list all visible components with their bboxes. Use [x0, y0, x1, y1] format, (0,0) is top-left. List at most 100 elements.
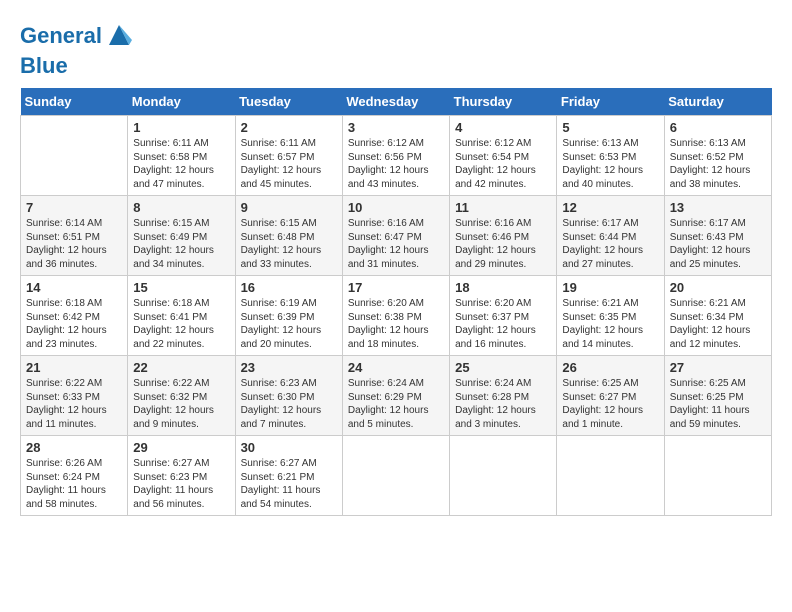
- day-number: 28: [26, 440, 122, 455]
- week-row-5: 28 Sunrise: 6:26 AM Sunset: 6:24 PM Dayli…: [21, 436, 772, 516]
- calendar-cell: 27 Sunrise: 6:25 AM Sunset: 6:25 PM Dayli…: [664, 356, 771, 436]
- day-info: Sunrise: 6:21 AM Sunset: 6:35 PM Dayligh…: [562, 297, 658, 351]
- calendar-cell: 12 Sunrise: 6:17 AM Sunset: 6:44 PM Dayli…: [557, 196, 664, 276]
- calendar-cell: 15 Sunrise: 6:18 AM Sunset: 6:41 PM Dayli…: [128, 276, 235, 356]
- calendar-cell: [342, 436, 449, 516]
- day-info: Sunrise: 6:23 AM Sunset: 6:30 PM Dayligh…: [241, 377, 337, 431]
- day-info: Sunrise: 6:15 AM Sunset: 6:49 PM Dayligh…: [133, 217, 229, 271]
- day-number: 16: [241, 280, 337, 295]
- day-info: Sunrise: 6:22 AM Sunset: 6:32 PM Dayligh…: [133, 377, 229, 431]
- day-info: Sunrise: 6:21 AM Sunset: 6:34 PM Dayligh…: [670, 297, 766, 351]
- calendar-cell: 5 Sunrise: 6:13 AM Sunset: 6:53 PM Daylig…: [557, 116, 664, 196]
- day-info: Sunrise: 6:13 AM Sunset: 6:53 PM Dayligh…: [562, 137, 658, 191]
- day-number: 22: [133, 360, 229, 375]
- day-number: 14: [26, 280, 122, 295]
- calendar-cell: 13Sunrise: 6:17 AM Sunset: 6:43 PM Dayli…: [664, 196, 771, 276]
- day-number: 12: [562, 200, 658, 215]
- calendar-cell: 4 Sunrise: 6:12 AM Sunset: 6:54 PM Daylig…: [450, 116, 557, 196]
- calendar-cell: 1 Sunrise: 6:11 AM Sunset: 6:58 PM Daylig…: [128, 116, 235, 196]
- calendar-cell: 9 Sunrise: 6:15 AM Sunset: 6:48 PM Daylig…: [235, 196, 342, 276]
- day-number: 10: [348, 200, 444, 215]
- day-number: 9: [241, 200, 337, 215]
- calendar-cell: [664, 436, 771, 516]
- calendar-cell: 22 Sunrise: 6:22 AM Sunset: 6:32 PM Dayli…: [128, 356, 235, 436]
- calendar-cell: 29 Sunrise: 6:27 AM Sunset: 6:23 PM Dayli…: [128, 436, 235, 516]
- day-number: 20: [670, 280, 766, 295]
- calendar-cell: 23 Sunrise: 6:23 AM Sunset: 6:30 PM Dayli…: [235, 356, 342, 436]
- day-number: 5: [562, 120, 658, 135]
- calendar-cell: 25Sunrise: 6:24 AM Sunset: 6:28 PM Dayli…: [450, 356, 557, 436]
- calendar-cell: [450, 436, 557, 516]
- day-info: Sunrise: 6:11 AM Sunset: 6:58 PM Dayligh…: [133, 137, 229, 191]
- calendar-cell: 28 Sunrise: 6:26 AM Sunset: 6:24 PM Dayli…: [21, 436, 128, 516]
- day-number: 26: [562, 360, 658, 375]
- day-number: 8: [133, 200, 229, 215]
- day-info: Sunrise: 6:27 AM Sunset: 6:21 PM Dayligh…: [241, 457, 337, 511]
- day-number: 11: [455, 200, 551, 215]
- calendar-cell: 30 Sunrise: 6:27 AM Sunset: 6:21 PM Dayli…: [235, 436, 342, 516]
- calendar-cell: 7 Sunrise: 6:14 AM Sunset: 6:51 PM Daylig…: [21, 196, 128, 276]
- week-row-4: 21 Sunrise: 6:22 AM Sunset: 6:33 PM Dayli…: [21, 356, 772, 436]
- day-number: 3: [348, 120, 444, 135]
- day-info: Sunrise: 6:26 AM Sunset: 6:24 PM Dayligh…: [26, 457, 122, 511]
- day-info: Sunrise: 6:25 AM Sunset: 6:27 PM Dayligh…: [562, 377, 658, 431]
- day-info: Sunrise: 6:22 AM Sunset: 6:33 PM Dayligh…: [26, 377, 122, 431]
- day-number: 17: [348, 280, 444, 295]
- day-info: Sunrise: 6:12 AM Sunset: 6:56 PM Dayligh…: [348, 137, 444, 191]
- day-number: 2: [241, 120, 337, 135]
- day-header-sunday: Sunday: [21, 88, 128, 116]
- day-info: Sunrise: 6:11 AM Sunset: 6:57 PM Dayligh…: [241, 137, 337, 191]
- day-number: 25: [455, 360, 551, 375]
- day-header-thursday: Thursday: [450, 88, 557, 116]
- day-number: 15: [133, 280, 229, 295]
- calendar-table: SundayMondayTuesdayWednesdayThursdayFrid…: [20, 88, 772, 516]
- calendar-cell: [557, 436, 664, 516]
- calendar-cell: 16Sunrise: 6:19 AM Sunset: 6:39 PM Dayli…: [235, 276, 342, 356]
- week-row-2: 7 Sunrise: 6:14 AM Sunset: 6:51 PM Daylig…: [21, 196, 772, 276]
- day-header-saturday: Saturday: [664, 88, 771, 116]
- calendar-cell: 17Sunrise: 6:20 AM Sunset: 6:38 PM Dayli…: [342, 276, 449, 356]
- calendar-cell: 8 Sunrise: 6:15 AM Sunset: 6:49 PM Daylig…: [128, 196, 235, 276]
- day-header-wednesday: Wednesday: [342, 88, 449, 116]
- page-header: General Blue: [20, 20, 772, 78]
- calendar-cell: 3 Sunrise: 6:12 AM Sunset: 6:56 PM Daylig…: [342, 116, 449, 196]
- header-row: SundayMondayTuesdayWednesdayThursdayFrid…: [21, 88, 772, 116]
- day-header-monday: Monday: [128, 88, 235, 116]
- calendar-cell: 11Sunrise: 6:16 AM Sunset: 6:46 PM Dayli…: [450, 196, 557, 276]
- day-number: 7: [26, 200, 122, 215]
- day-header-tuesday: Tuesday: [235, 88, 342, 116]
- day-info: Sunrise: 6:18 AM Sunset: 6:41 PM Dayligh…: [133, 297, 229, 351]
- day-info: Sunrise: 6:25 AM Sunset: 6:25 PM Dayligh…: [670, 377, 766, 431]
- day-number: 19: [562, 280, 658, 295]
- day-info: Sunrise: 6:18 AM Sunset: 6:42 PM Dayligh…: [26, 297, 122, 351]
- day-number: 29: [133, 440, 229, 455]
- logo: General Blue: [20, 20, 134, 78]
- calendar-cell: 18 Sunrise: 6:20 AM Sunset: 6:37 PM Dayli…: [450, 276, 557, 356]
- day-info: Sunrise: 6:17 AM Sunset: 6:44 PM Dayligh…: [562, 217, 658, 271]
- day-number: 4: [455, 120, 551, 135]
- logo-text: General Blue: [20, 20, 134, 78]
- day-number: 1: [133, 120, 229, 135]
- day-number: 23: [241, 360, 337, 375]
- calendar-cell: 24Sunrise: 6:24 AM Sunset: 6:29 PM Dayli…: [342, 356, 449, 436]
- day-number: 30: [241, 440, 337, 455]
- day-number: 13: [670, 200, 766, 215]
- day-info: Sunrise: 6:20 AM Sunset: 6:37 PM Dayligh…: [455, 297, 551, 351]
- day-info: Sunrise: 6:14 AM Sunset: 6:51 PM Dayligh…: [26, 217, 122, 271]
- day-number: 27: [670, 360, 766, 375]
- week-row-3: 14 Sunrise: 6:18 AM Sunset: 6:42 PM Dayli…: [21, 276, 772, 356]
- day-info: Sunrise: 6:27 AM Sunset: 6:23 PM Dayligh…: [133, 457, 229, 511]
- day-info: Sunrise: 6:16 AM Sunset: 6:47 PM Dayligh…: [348, 217, 444, 271]
- calendar-cell: [21, 116, 128, 196]
- calendar-cell: 6Sunrise: 6:13 AM Sunset: 6:52 PM Daylig…: [664, 116, 771, 196]
- day-info: Sunrise: 6:12 AM Sunset: 6:54 PM Dayligh…: [455, 137, 551, 191]
- day-info: Sunrise: 6:13 AM Sunset: 6:52 PM Dayligh…: [670, 137, 766, 191]
- day-header-friday: Friday: [557, 88, 664, 116]
- day-number: 21: [26, 360, 122, 375]
- day-info: Sunrise: 6:15 AM Sunset: 6:48 PM Dayligh…: [241, 217, 337, 271]
- calendar-cell: 19 Sunrise: 6:21 AM Sunset: 6:35 PM Dayli…: [557, 276, 664, 356]
- calendar-cell: 10 Sunrise: 6:16 AM Sunset: 6:47 PM Dayli…: [342, 196, 449, 276]
- day-number: 18: [455, 280, 551, 295]
- calendar-cell: 14 Sunrise: 6:18 AM Sunset: 6:42 PM Dayli…: [21, 276, 128, 356]
- calendar-cell: 2 Sunrise: 6:11 AM Sunset: 6:57 PM Daylig…: [235, 116, 342, 196]
